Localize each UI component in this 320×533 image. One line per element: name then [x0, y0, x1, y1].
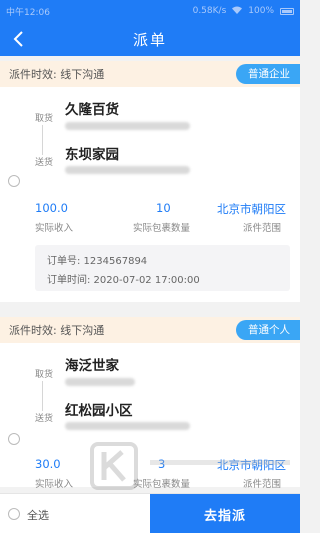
route-section: 取货 送货 海泛世家 红松园小区 [0, 343, 300, 455]
delivery-label: 送货 [35, 158, 54, 168]
package-count-value: 3 [158, 457, 166, 471]
delivery-name: 东坝家园 [65, 147, 119, 163]
status-bar: 中午12:06 0.58K/s 100% [0, 0, 300, 22]
select-all-radio[interactable] [8, 508, 20, 520]
region-value: 北京市朝阳区 [217, 202, 286, 216]
order-info-box: 订单号: 1234567894 订单时间: 2020-07-02 17:00:0… [35, 245, 290, 291]
order-number: 订单号: 1234567894 [47, 256, 148, 267]
package-count-label: 实际包裹数量 [133, 223, 191, 234]
region-value: 北京市朝阳区 [217, 458, 286, 472]
status-time: 中午12:06 [6, 7, 50, 18]
pickup-address-blurred [65, 122, 190, 130]
income-label: 实际收入 [35, 479, 74, 490]
customer-type-badge: 普通企业 [236, 64, 300, 84]
delivery-label: 送货 [35, 414, 54, 424]
select-radio[interactable] [8, 433, 20, 445]
region-label: 派件范围 [243, 223, 282, 234]
pickup-address-blurred [65, 378, 135, 386]
income-value: 100.0 [35, 201, 68, 215]
order-card[interactable]: 派件时效: 线下沟通 普通个人 取货 送货 海泛世家 红松园小区 30.0 实际… [0, 317, 300, 490]
delivery-address-blurred [65, 422, 190, 430]
pickup-name: 海泛世家 [65, 358, 119, 374]
network-speed: 0.58K/s [192, 6, 227, 16]
region-label: 派件范围 [243, 479, 282, 490]
battery-icon [280, 7, 294, 15]
income-value: 30.0 [35, 457, 61, 471]
pickup-label: 取货 [35, 370, 54, 380]
order-stats: 30.0 实际收入 3 实际包裹数量 北京市朝阳区 派件范围 [0, 455, 300, 495]
select-all-label[interactable]: 全选 [27, 507, 49, 523]
route-connector [42, 125, 43, 155]
delivery-address-blurred [65, 166, 190, 174]
order-card[interactable]: 派件时效: 线下沟通 普通企业 取货 送货 久隆百货 东坝家园 100.0 实际… [0, 61, 300, 302]
route-section: 取货 送货 久隆百货 东坝家园 [0, 87, 300, 199]
delivery-name: 红松园小区 [65, 403, 133, 419]
back-arrow-icon[interactable] [6, 27, 30, 51]
bottom-action-bar: 全选 去指派 [0, 493, 300, 533]
delivery-timeliness: 派件时效: 线下沟通 [9, 324, 105, 337]
nav-bar: 派单 [0, 22, 300, 56]
order-stats: 100.0 实际收入 10 实际包裹数量 北京市朝阳区 派件范围 [0, 199, 300, 239]
card-header: 派件时效: 线下沟通 普通个人 [0, 317, 300, 343]
card-header: 派件时效: 线下沟通 普通企业 [0, 61, 300, 87]
order-time: 订单时间: 2020-07-02 17:00:00 [47, 275, 200, 286]
package-count-label: 实际包裹数量 [133, 479, 191, 490]
wifi-icon [232, 6, 243, 17]
delivery-timeliness: 派件时效: 线下沟通 [9, 68, 105, 81]
assign-button[interactable]: 去指派 [150, 494, 300, 533]
page-title: 派单 [132, 30, 167, 49]
pickup-name: 久隆百货 [65, 102, 119, 118]
package-count-value: 10 [156, 201, 171, 215]
income-label: 实际收入 [35, 223, 74, 234]
customer-type-badge: 普通个人 [236, 320, 300, 340]
route-connector [42, 381, 43, 411]
pickup-label: 取货 [35, 114, 54, 124]
battery-level: 100% [248, 6, 274, 16]
select-radio[interactable] [8, 175, 20, 187]
